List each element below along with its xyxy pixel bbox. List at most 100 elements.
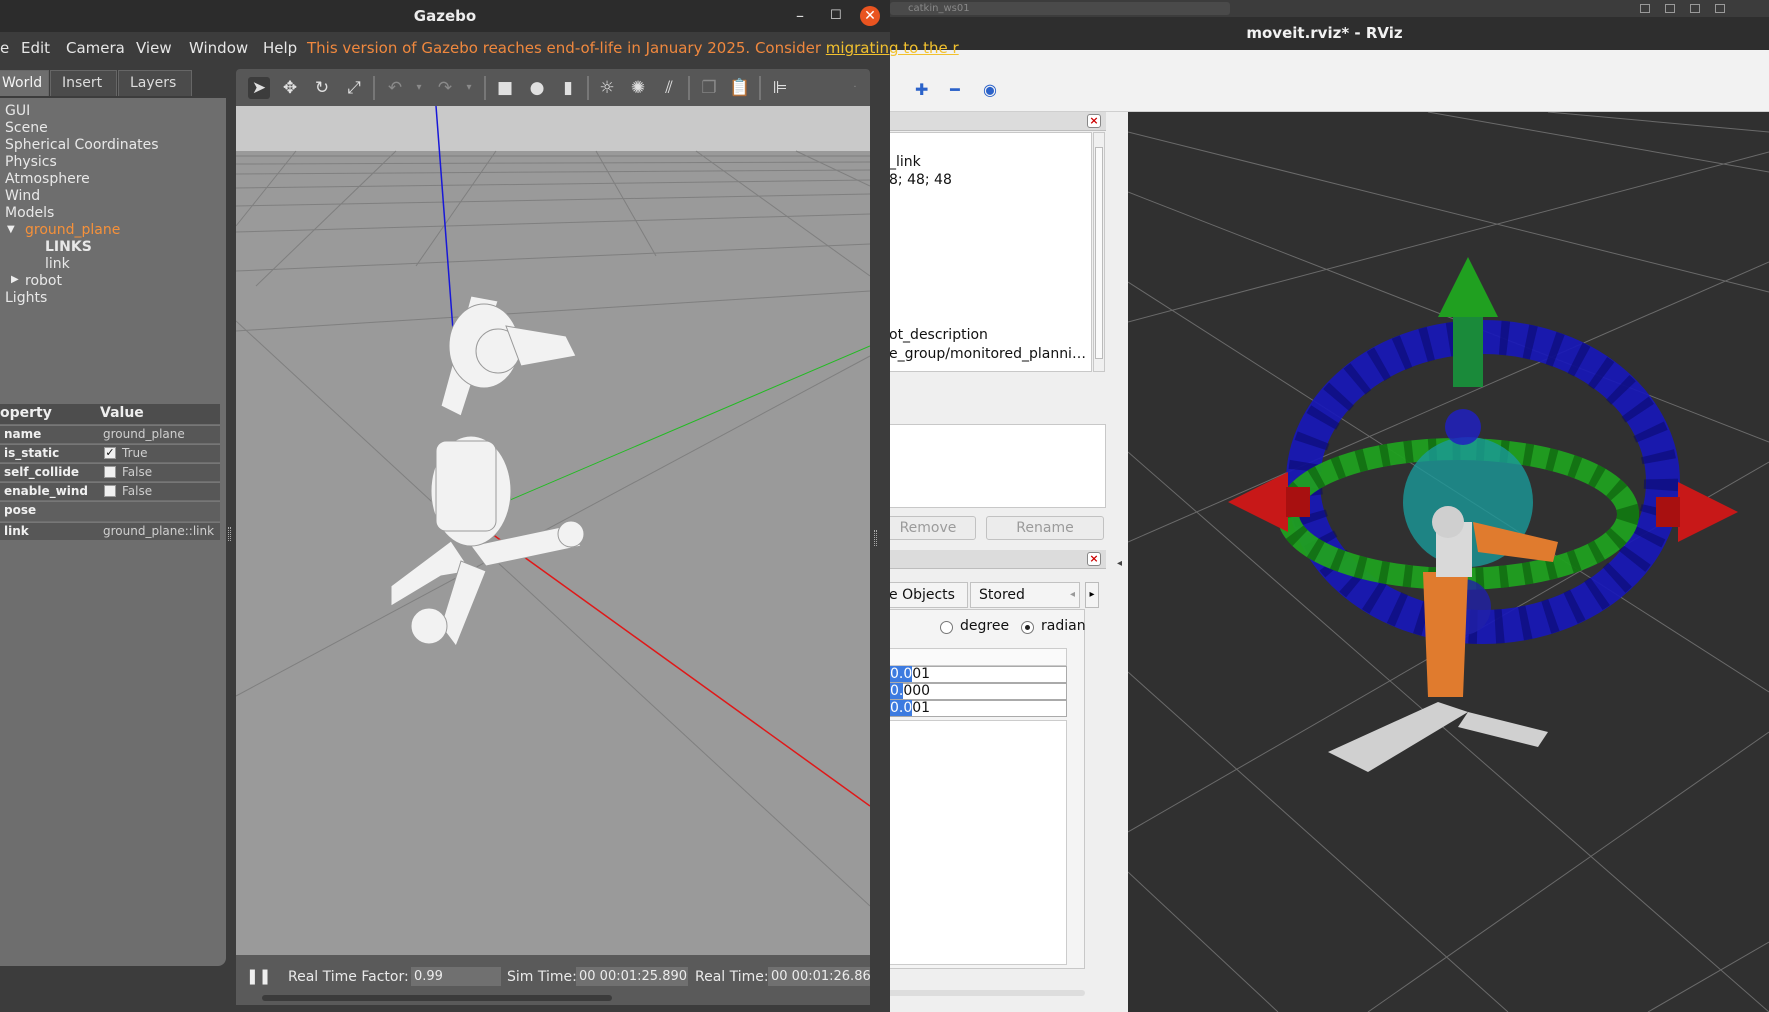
displays-tree[interactable]: _link 8; 48; 48 ot_description e_group/m… [880, 132, 1092, 372]
redo-icon[interactable]: ↷ [434, 77, 456, 99]
panel-splitter[interactable] [228, 527, 231, 541]
maximize-icon[interactable]: ☐ [830, 0, 842, 32]
maximize-icon [1690, 4, 1700, 13]
scrollbar-thumb[interactable] [1095, 147, 1103, 359]
collapse-arrow-icon[interactable]: ◂ [1117, 558, 1122, 569]
menu-window[interactable]: Window [189, 39, 248, 57]
y-axis-line [495, 345, 870, 507]
gazebo-3d-scene[interactable] [236, 106, 870, 955]
menu-view[interactable]: View [136, 39, 172, 57]
tree-item-wind[interactable]: Wind [5, 188, 40, 204]
rviz-title: moveit.rviz* - RViz [880, 17, 1769, 50]
display-prop-line: e_group/monitored_planni… [889, 346, 1086, 362]
collapse-arrow-icon[interactable]: ▶ [11, 274, 19, 285]
degree-radio[interactable] [940, 621, 953, 634]
tab-layers[interactable]: Layers [118, 70, 192, 96]
gazebo-titlebar: Gazebo – ☐ ✕ [0, 0, 890, 32]
paste-icon[interactable]: 📋 [729, 77, 751, 99]
remove-button[interactable]: Remove [880, 516, 976, 540]
tab-world[interactable]: World [0, 70, 49, 96]
tree-item-robot[interactable]: robot [25, 273, 62, 289]
radian-radio[interactable] [1021, 621, 1034, 634]
tree-item-gui[interactable]: GUI [5, 103, 30, 119]
toolbar-separator [484, 76, 486, 100]
prop-row-link[interactable]: link ground_plane::link [0, 522, 220, 540]
directional-light-icon[interactable]: ⫽ [658, 77, 680, 99]
tree-item-link[interactable]: link [45, 256, 70, 272]
rotation-y-field[interactable]: 0.000 [889, 683, 1067, 700]
rotation-x-field[interactable]: 0.001 [889, 666, 1067, 683]
prop-row-is-static[interactable]: is_static ✓ True [0, 444, 220, 462]
panel-splitter[interactable] [874, 530, 877, 546]
remove-icon[interactable]: ━ [950, 80, 960, 99]
translate-tool-icon[interactable]: ✥ [279, 77, 301, 99]
tree-item-lights[interactable]: Lights [5, 290, 47, 306]
field-value: 01 [912, 700, 931, 716]
self-collide-checkbox[interactable] [104, 466, 116, 478]
menu-camera[interactable]: Camera [66, 39, 125, 57]
rotation-z-field[interactable]: 0.001 [889, 700, 1067, 717]
prop-row-name[interactable]: name ground_plane [0, 425, 220, 443]
prop-value: False [122, 465, 153, 479]
horizontal-scrollbar[interactable] [880, 990, 1085, 996]
prop-row-self-collide[interactable]: self_collide False [0, 463, 220, 481]
enable-wind-checkbox[interactable] [104, 485, 116, 497]
tree-item-scene[interactable]: Scene [5, 120, 48, 136]
pause-icon[interactable]: ❚❚ [246, 967, 271, 985]
prop-key: name [4, 427, 42, 441]
rviz-3d-viewport[interactable] [1128, 112, 1769, 1012]
box-shape-icon[interactable]: ■ [494, 77, 516, 99]
align-icon[interactable]: ⊫ [769, 77, 791, 99]
motion-planning-header: × [880, 550, 1106, 569]
minimize-icon[interactable]: – [796, 0, 804, 32]
tab-scroll-left-icon[interactable]: ◂ [1070, 589, 1075, 600]
real-time-value: 00 00:01:26.86 [768, 967, 870, 986]
desktop: catkin_ws01 moveit.rviz* - RViz ✚ ━ ◉ × … [0, 0, 1769, 1012]
menu-file[interactable]: e [0, 39, 9, 57]
close-icon[interactable]: ✕ [860, 6, 880, 26]
interactive-marker[interactable] [1228, 257, 1738, 644]
tab-scene-objects[interactable]: e Objects [880, 582, 968, 608]
close-icon[interactable]: × [1087, 114, 1101, 128]
close-icon[interactable]: × [1087, 552, 1101, 566]
expand-arrow-icon[interactable]: ▼ [7, 224, 15, 235]
is-static-checkbox[interactable]: ✓ [104, 447, 116, 459]
prop-key: is_static [4, 446, 60, 460]
display-prop-line: 8; 48; 48 [889, 172, 952, 188]
spot-light-icon[interactable]: ✺ [627, 77, 649, 99]
prop-row-enable-wind[interactable]: enable_wind False [0, 482, 220, 500]
vertical-scrollbar[interactable] [1093, 132, 1105, 372]
tab-insert[interactable]: Insert [50, 70, 117, 96]
tree-item-ground-plane[interactable]: ground_plane [25, 222, 120, 238]
tree-item-models[interactable]: Models [5, 205, 54, 221]
sky [236, 106, 870, 151]
redo-dropdown-icon[interactable]: ▾ [458, 77, 480, 99]
add-icon[interactable]: ✚ [915, 80, 928, 99]
rename-button[interactable]: Rename [986, 516, 1104, 540]
tree-item-physics[interactable]: Physics [5, 154, 57, 170]
tab-stored-scenes[interactable]: Stored Scene [970, 582, 1080, 627]
displays-panel-header: × [880, 112, 1106, 131]
eol-migration-link[interactable]: migrating to the r [826, 39, 959, 57]
toolbar-separator [759, 76, 761, 100]
menu-edit[interactable]: Edit [21, 39, 50, 57]
tree-item-atmosphere[interactable]: Atmosphere [5, 171, 90, 187]
tree-item-spherical[interactable]: Spherical Coordinates [5, 137, 159, 153]
eye-icon[interactable]: ◉ [983, 80, 997, 99]
scale-tool-icon[interactable]: ⤢ [343, 77, 365, 99]
select-tool-icon[interactable]: ➤ [248, 77, 270, 99]
gazebo-toolbar: ➤ ✥ ↻ ⤢ ↶ ▾ ↷ ▾ ■ ● ▮ ☼ ✺ ⫽ ❐ 📋 ⊫ · [236, 69, 870, 106]
rotate-tool-icon[interactable]: ↻ [311, 77, 333, 99]
horizontal-scrollbar[interactable] [262, 995, 612, 1001]
sphere-shape-icon[interactable]: ● [526, 77, 548, 99]
window-icon [1715, 4, 1725, 13]
toolbar-overflow-icon[interactable]: · [844, 77, 866, 99]
prop-row-pose[interactable]: pose [0, 501, 220, 521]
point-light-icon[interactable]: ☼ [596, 77, 618, 99]
tab-scroll-right-icon[interactable]: ▸ [1085, 582, 1099, 608]
undo-icon[interactable]: ↶ [384, 77, 406, 99]
cylinder-shape-icon[interactable]: ▮ [557, 77, 579, 99]
undo-dropdown-icon[interactable]: ▾ [408, 77, 430, 99]
copy-icon[interactable]: ❐ [698, 77, 720, 99]
menu-help[interactable]: Help [263, 39, 297, 57]
